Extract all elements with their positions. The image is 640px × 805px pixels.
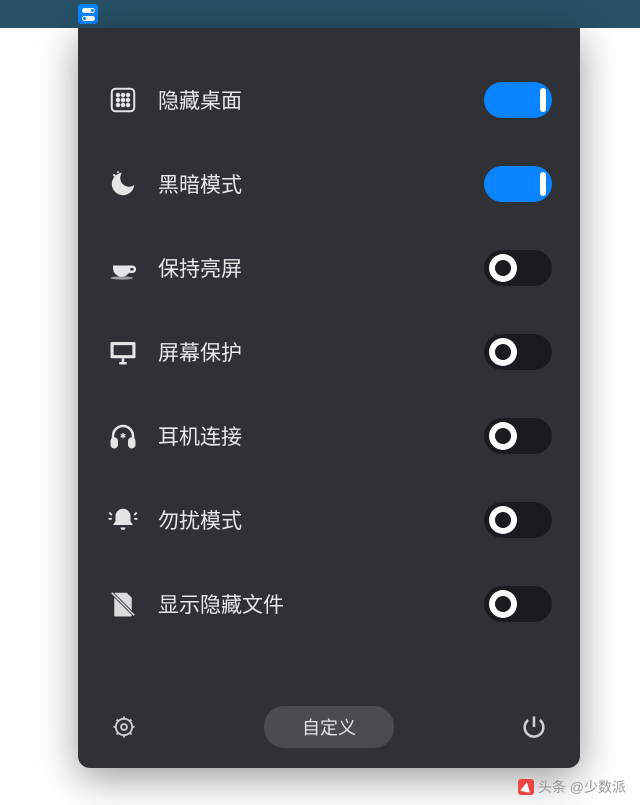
bell-icon (106, 503, 140, 537)
row-label: 耳机连接 (158, 421, 484, 451)
monitor-icon (106, 335, 140, 369)
toggle-dnd[interactable] (484, 502, 552, 538)
toggle-screensaver[interactable] (484, 334, 552, 370)
menubar-app-icon[interactable] (78, 4, 98, 24)
row-headphones: ✱ 耳机连接 (106, 394, 552, 478)
coffee-icon (106, 251, 140, 285)
row-dark-mode: 黑暗模式 (106, 142, 552, 226)
watermark: 头条 @少数派 (518, 777, 626, 797)
row-label: 保持亮屏 (158, 253, 484, 283)
power-button[interactable] (516, 709, 552, 745)
settings-panel: 隐藏桌面 黑暗模式 保持亮屏 (78, 28, 580, 768)
toggle-hide-desktop[interactable] (484, 82, 552, 118)
row-keep-awake: 保持亮屏 (106, 226, 552, 310)
hidden-file-icon (106, 587, 140, 621)
row-hidden-files: 显示隐藏文件 (106, 562, 552, 646)
row-label: 黑暗模式 (158, 169, 484, 199)
panel-footer: 自定义 (106, 694, 552, 748)
menubar (0, 0, 640, 28)
toggle-dark-mode[interactable] (484, 166, 552, 202)
watermark-text: 头条 @少数派 (538, 777, 626, 797)
customize-button[interactable]: 自定义 (264, 706, 394, 748)
row-label: 隐藏桌面 (158, 85, 484, 115)
row-screensaver: 屏幕保护 (106, 310, 552, 394)
row-label: 勿扰模式 (158, 505, 484, 535)
row-dnd: 勿扰模式 (106, 478, 552, 562)
toggle-keep-awake[interactable] (484, 250, 552, 286)
row-hide-desktop: 隐藏桌面 (106, 58, 552, 142)
dark-mode-icon (106, 167, 140, 201)
row-label: 显示隐藏文件 (158, 589, 484, 619)
desktop-grid-icon (106, 83, 140, 117)
toggle-headphones[interactable] (484, 418, 552, 454)
power-icon (520, 713, 548, 741)
svg-text:✱: ✱ (120, 432, 127, 441)
row-label: 屏幕保护 (158, 337, 484, 367)
toggle-hidden-files[interactable] (484, 586, 552, 622)
headphones-icon: ✱ (106, 419, 140, 453)
gear-icon (110, 713, 138, 741)
settings-button[interactable] (106, 709, 142, 745)
watermark-logo-icon (518, 779, 534, 795)
